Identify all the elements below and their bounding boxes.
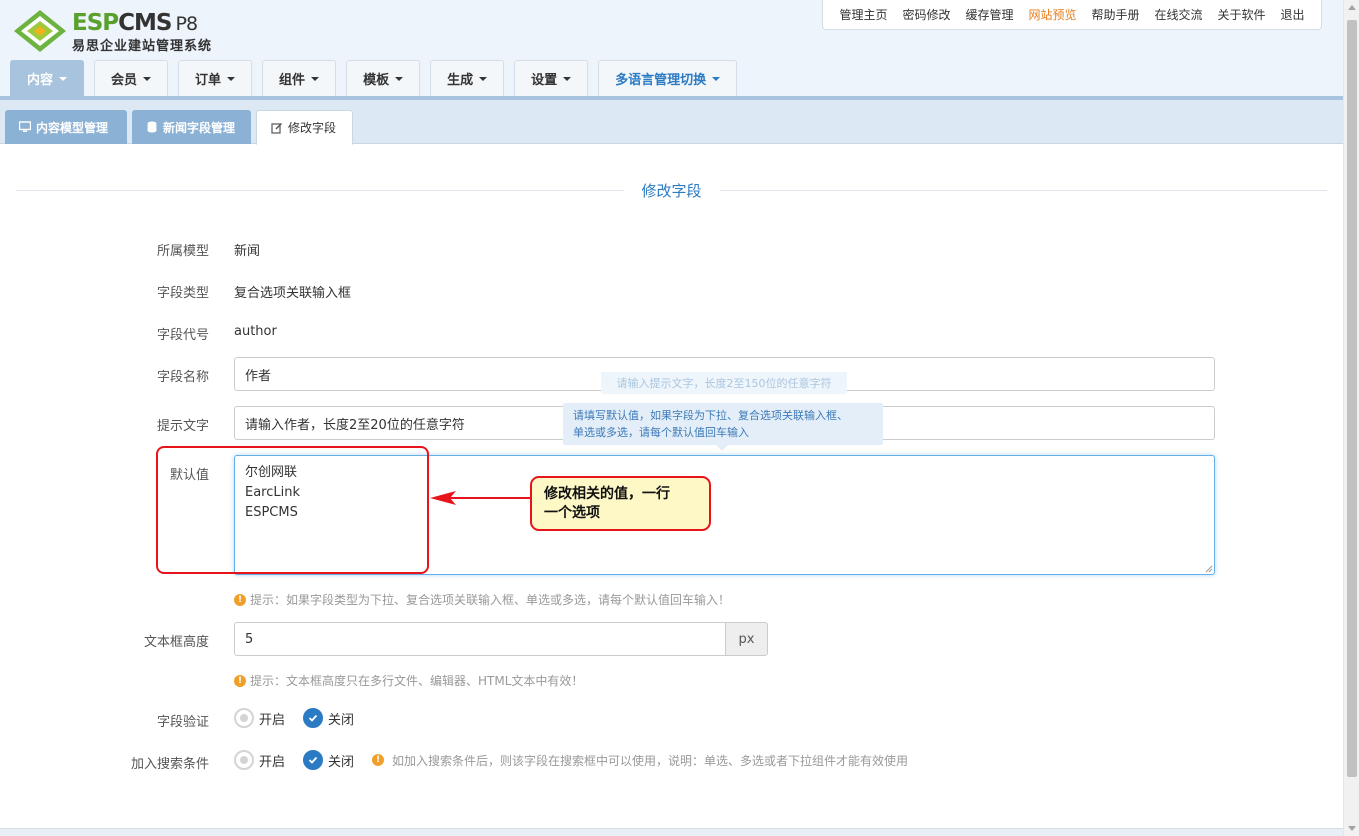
vertical-scrollbar[interactable] — [1343, 0, 1359, 836]
link-help-manual[interactable]: 帮助手册 — [1092, 6, 1140, 23]
radio-unchecked-icon[interactable] — [234, 708, 254, 728]
radio-unchecked-icon[interactable] — [234, 750, 254, 770]
tooltip-arrow — [716, 445, 728, 451]
chevron-down-icon — [227, 76, 236, 81]
nav-tab-templates[interactable]: 模板 — [346, 60, 421, 96]
chevron-down-icon — [563, 76, 572, 81]
scrollbar-thumb[interactable] — [1347, 20, 1357, 777]
chevron-down-icon — [143, 76, 152, 81]
validate-label: 字段验证 — [156, 715, 209, 730]
chevron-down-icon — [59, 76, 68, 81]
search-condition-hint: 如加入搜索条件后，则该字段在搜索框中可以使用，说明：单选、多选或者下拉组件才能有… — [392, 753, 909, 768]
code-label: 字段代号 — [156, 328, 209, 343]
validate-off-option[interactable]: 关闭 — [303, 708, 354, 728]
height-hint: ! 提示：文本框高度只在多行文件、编辑器、HTML文本中有效！ — [234, 672, 583, 689]
height-unit-addon: px — [725, 622, 768, 656]
annotation-highlight-box — [156, 446, 429, 574]
espcms-logo-icon — [14, 10, 66, 52]
subtab-news-fields[interactable]: 新闻字段管理 — [132, 110, 251, 144]
section-title: 修改字段 — [16, 180, 1327, 201]
type-label: 字段类型 — [156, 286, 209, 301]
scroll-down-icon[interactable] — [1348, 826, 1356, 831]
chevron-down-icon — [712, 76, 721, 81]
link-site-preview[interactable]: 网站预览 — [1028, 6, 1076, 23]
radio-checked-icon[interactable] — [303, 750, 324, 770]
validate-radio-group: 开启 关闭 — [234, 708, 364, 728]
link-about-software[interactable]: 关于软件 — [1218, 6, 1266, 23]
subtab-content-model[interactable]: 内容模型管理 — [5, 110, 127, 144]
search-on-option[interactable]: 开启 — [234, 750, 285, 770]
warning-icon: ! — [234, 593, 246, 606]
footer-strip — [0, 828, 1343, 836]
logo-subtitle: 易思企业建站管理系统 — [72, 39, 213, 54]
annotation-arrow-icon — [430, 491, 530, 505]
nav-tab-settings[interactable]: 设置 — [514, 60, 589, 96]
logo-name: ESPCMS P8 — [72, 10, 198, 36]
nav-tab-language-switch[interactable]: 多语言管理切换 — [598, 60, 738, 96]
database-icon — [147, 121, 157, 133]
subtab-edit-field[interactable]: 修改字段 — [256, 110, 353, 145]
scroll-up-icon[interactable] — [1348, 5, 1356, 10]
nav-tab-generate[interactable]: 生成 — [430, 60, 505, 96]
height-label: 文本框高度 — [143, 635, 209, 650]
link-change-password[interactable]: 密码修改 — [902, 6, 950, 23]
nav-tab-components[interactable]: 组件 — [262, 60, 337, 96]
search-condition-label: 加入搜索条件 — [130, 757, 209, 772]
logo[interactable]: ESPCMS P8 易思企业建站管理系统 — [12, 8, 232, 54]
search-radio-group: 开启 关闭 ! 如加入搜索条件后，则该字段在搜索框中可以使用，说明：单选、多选或… — [234, 750, 908, 770]
top-links: 管理主页 密码修改 缓存管理 网站预览 帮助手册 在线交流 关于软件 退出 — [822, 0, 1322, 30]
header: ESPCMS P8 易思企业建站管理系统 管理主页 密码修改 缓存管理 网站预览 … — [0, 0, 1343, 100]
chevron-down-icon — [311, 76, 320, 81]
edit-icon — [271, 122, 282, 134]
section-title-text: 修改字段 — [623, 180, 720, 201]
search-off-option[interactable]: 关闭 — [303, 750, 354, 770]
default-value-tooltip: 请填写默认值，如果字段为下拉、复合选项关联输入框、 单选或多选，请每个默认值回车… — [563, 403, 883, 445]
tip-text-tooltip: 请输入提示文字，长度2至150位的任意字符 — [601, 372, 847, 394]
resize-handle-icon[interactable] — [1205, 565, 1213, 573]
validate-on-option[interactable]: 开启 — [234, 708, 285, 728]
model-label: 所属模型 — [156, 244, 209, 259]
tip-text-label: 提示文字 — [156, 419, 209, 434]
warning-icon: ! — [372, 754, 385, 766]
link-logout[interactable]: 退出 — [1281, 6, 1305, 23]
monitor-icon — [19, 121, 31, 132]
nav-tab-content[interactable]: 内容 — [10, 60, 85, 96]
radio-checked-icon[interactable] — [303, 708, 324, 728]
chevron-down-icon — [395, 76, 404, 81]
chevron-down-icon — [479, 76, 488, 81]
name-label: 字段名称 — [156, 370, 209, 385]
textbox-height-input[interactable]: 5 — [234, 622, 726, 656]
nav-tab-orders[interactable]: 订单 — [178, 60, 253, 96]
main-nav: 内容 会员 订单 组件 模板 生成 设置 多语言管理切换 — [10, 60, 738, 96]
annotation-callout: 修改相关的值，一行 一个选项 — [530, 476, 711, 531]
link-online-chat[interactable]: 在线交流 — [1155, 6, 1203, 23]
warning-icon: ! — [234, 674, 246, 687]
code-value: author — [234, 324, 277, 339]
type-value: 复合选项关联输入框 — [234, 286, 352, 301]
link-admin-home[interactable]: 管理主页 — [839, 6, 887, 23]
sub-tab-bar: 内容模型管理 新闻字段管理 修改字段 — [0, 100, 1343, 145]
default-value-hint: ! 提示：如果字段类型为下拉、复合选项关联输入框、单选或多选，请每个默认值回车输… — [234, 591, 730, 608]
model-value: 新闻 — [234, 244, 261, 259]
link-cache-management[interactable]: 缓存管理 — [965, 6, 1013, 23]
nav-tab-members[interactable]: 会员 — [94, 60, 169, 96]
